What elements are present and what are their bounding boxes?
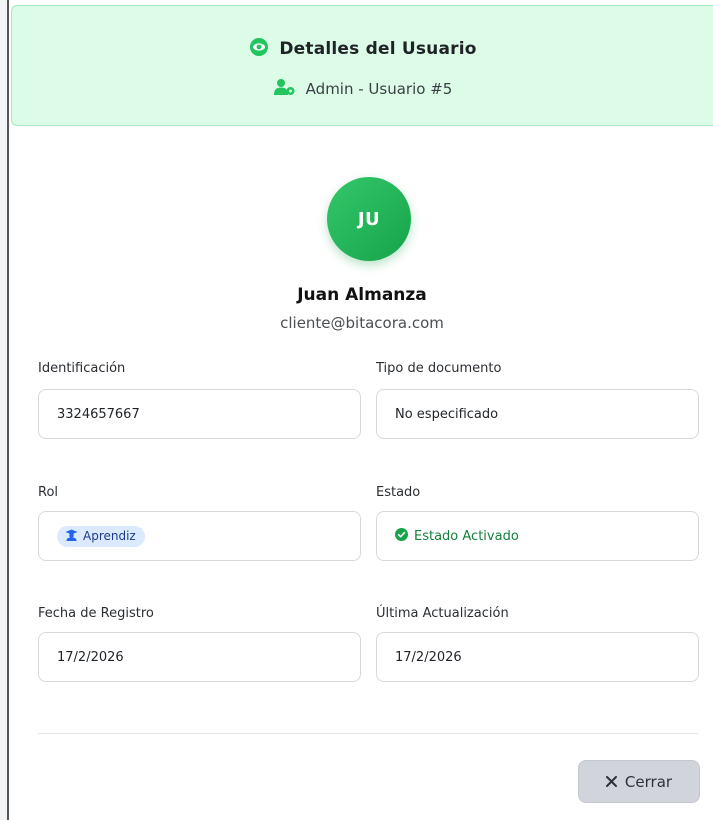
- user-gear-icon: [273, 78, 296, 100]
- footer-divider: [38, 733, 698, 734]
- role-badge-text: Aprendiz: [83, 529, 136, 543]
- identificacion-field[interactable]: 3324657667: [38, 389, 361, 439]
- modal-subtitle-text: Admin - Usuario #5: [305, 80, 453, 98]
- avatar-initials: JU: [357, 208, 381, 230]
- ultima-actualizacion-label: Última Actualización: [376, 606, 509, 621]
- background-edge: [0, 0, 9, 820]
- user-details-modal: Detalles del Usuario Admin - Usuario #5 …: [11, 5, 713, 820]
- graduate-icon: [65, 529, 78, 544]
- modal-subtitle: Admin - Usuario #5: [12, 78, 713, 100]
- eye-icon: [249, 37, 269, 61]
- modal-title: Detalles del Usuario: [12, 37, 713, 61]
- close-icon: [605, 773, 617, 791]
- estado-label: Estado: [376, 485, 421, 500]
- fecha-registro-field[interactable]: 17/2/2026: [38, 632, 361, 682]
- close-button[interactable]: Cerrar: [578, 760, 700, 803]
- ultima-actualizacion-field[interactable]: 17/2/2026: [376, 632, 699, 682]
- close-button-label: Cerrar: [624, 772, 673, 791]
- role-badge: Aprendiz: [57, 525, 145, 547]
- user-email: cliente@bitacora.com: [280, 314, 444, 332]
- status-badge-text: Estado Activado: [414, 528, 519, 544]
- status-badge: Estado Activado: [395, 527, 519, 545]
- rol-label: Rol: [38, 485, 59, 500]
- check-circle-icon: [395, 527, 408, 545]
- user-name: Juan Almanza: [297, 285, 427, 305]
- tipo-documento-field[interactable]: No especificado: [376, 389, 699, 439]
- tipo-documento-label: Tipo de documento: [376, 361, 502, 376]
- rol-field[interactable]: Aprendiz: [38, 511, 361, 561]
- identificacion-label: Identificación: [38, 361, 126, 376]
- avatar: JU: [327, 177, 411, 261]
- modal-header: Detalles del Usuario Admin - Usuario #5: [11, 5, 713, 126]
- fecha-registro-label: Fecha de Registro: [38, 606, 154, 621]
- estado-field[interactable]: Estado Activado: [376, 511, 699, 561]
- modal-title-text: Detalles del Usuario: [279, 39, 477, 59]
